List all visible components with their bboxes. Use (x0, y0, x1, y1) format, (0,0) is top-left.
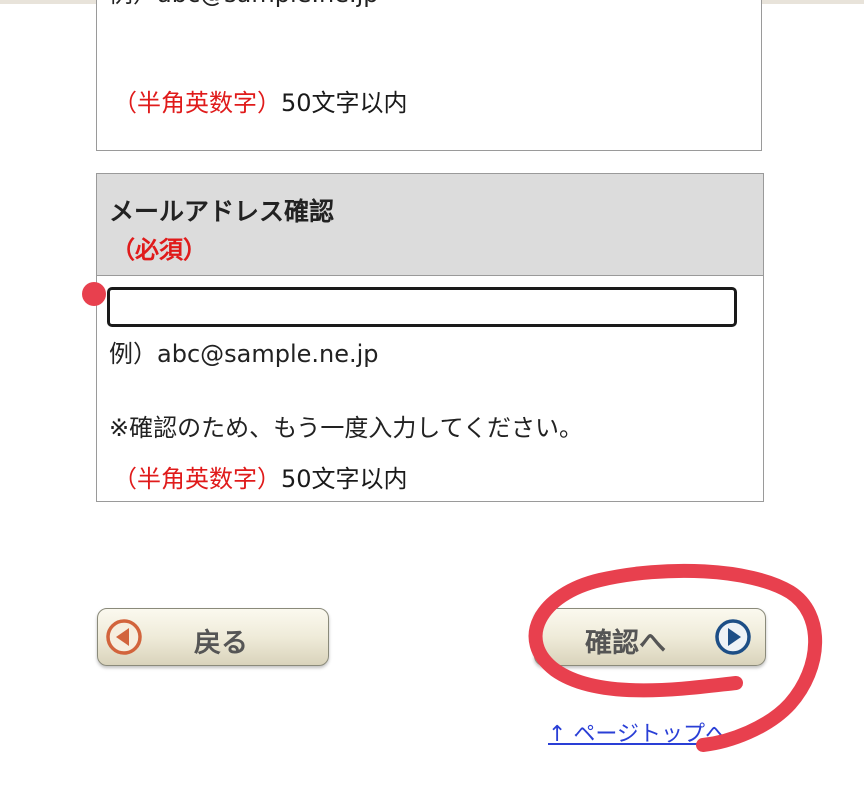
back-button[interactable]: 戻る (97, 608, 329, 666)
confirm-button-label: 確認へ (585, 628, 666, 659)
right-arrow-circle-icon (715, 619, 751, 655)
input-constraint-hint-previous: （半角英数字）50文字以内 (113, 83, 408, 118)
length-hint: 50文字以内 (281, 465, 408, 493)
email-confirm-input[interactable] (107, 287, 737, 327)
format-hint: （半角英数字） (113, 465, 281, 493)
left-arrow-circle-icon (106, 619, 142, 655)
required-badge: （必須） (111, 236, 207, 264)
email-confirm-header: メールアドレス確認 （必須） (97, 174, 763, 276)
email-confirm-label: メールアドレス確認 (109, 197, 335, 226)
email-example-text: 例）abc@sample.ne.jp (109, 340, 379, 368)
confirm-button[interactable]: 確認へ (534, 608, 766, 666)
email-confirm-section: メールアドレス確認 （必須） 例）abc@sample.ne.jp ※確認のため… (96, 173, 764, 502)
input-constraint-hint: （半角英数字）50文字以内 (113, 459, 408, 494)
annotation-dot (82, 282, 106, 306)
format-hint: （半角英数字） (113, 89, 281, 117)
email-example-text-previous: 例）abc@sample.ne.jp (109, 0, 379, 9)
length-hint: 50文字以内 (281, 89, 408, 117)
page-top-link[interactable]: ↑ ページトップへ (548, 716, 727, 748)
back-button-label: 戻る (194, 628, 248, 659)
reenter-note: ※確認のため、もう一度入力してください。 (109, 414, 583, 442)
email-field-section-previous: 例）abc@sample.ne.jp （半角英数字）50文字以内 (96, 0, 762, 151)
